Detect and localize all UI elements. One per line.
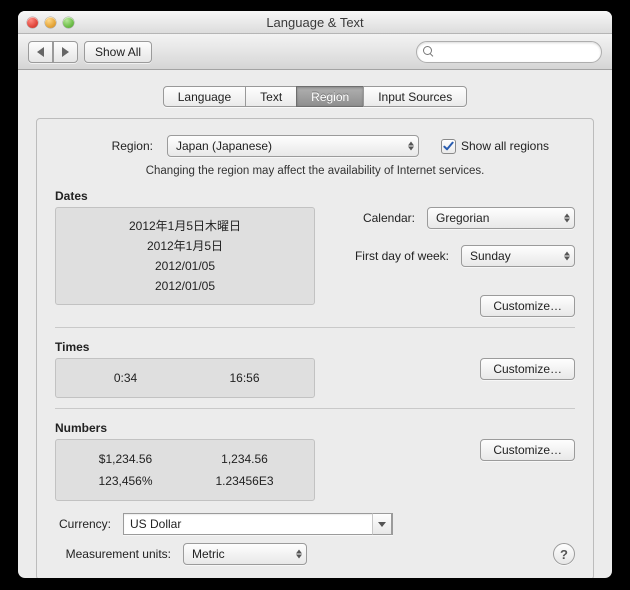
dates-heading: Dates bbox=[55, 189, 575, 203]
calendar-popup[interactable]: Gregorian bbox=[427, 207, 575, 229]
numbers-sample-box: $1,234.56 1,234.56 123,456% 1.23456E3 bbox=[55, 439, 315, 501]
region-note: Changing the region may affect the avail… bbox=[55, 165, 575, 177]
first-day-value: Sunday bbox=[470, 249, 511, 263]
region-label: Region: bbox=[81, 139, 159, 153]
first-day-label: First day of week: bbox=[355, 249, 455, 263]
region-popup[interactable]: Japan (Japanese) bbox=[167, 135, 419, 157]
customize-numbers-button[interactable]: Customize… bbox=[480, 439, 575, 461]
window-title: Language & Text bbox=[18, 15, 612, 30]
window-controls bbox=[18, 17, 74, 28]
first-day-popup[interactable]: Sunday bbox=[461, 245, 575, 267]
nav-back-forward bbox=[28, 41, 78, 63]
dates-sample-box: 2012年1月5日木曜日 2012年1月5日 2012/01/05 2012/0… bbox=[55, 207, 315, 305]
number-sample-scientific: 1.23456E3 bbox=[185, 470, 304, 492]
measurement-label: Measurement units: bbox=[55, 547, 177, 561]
tab-language[interactable]: Language bbox=[163, 86, 246, 107]
help-button[interactable]: ? bbox=[553, 543, 575, 565]
content-area: Language Text Region Input Sources Regio… bbox=[18, 70, 612, 578]
show-all-regions-checkbox[interactable]: Show all regions bbox=[441, 139, 549, 154]
tab-text[interactable]: Text bbox=[245, 86, 297, 107]
search-icon bbox=[423, 46, 434, 57]
separator bbox=[55, 327, 575, 328]
updown-icon bbox=[564, 214, 570, 223]
customize-times-button[interactable]: Customize… bbox=[480, 358, 575, 380]
back-button[interactable] bbox=[28, 41, 53, 63]
numbers-heading: Numbers bbox=[55, 421, 575, 435]
tab-bar: Language Text Region Input Sources bbox=[36, 86, 594, 107]
forward-button[interactable] bbox=[53, 41, 78, 63]
times-sample-box: 0:34 16:56 bbox=[55, 358, 315, 398]
calendar-value: Gregorian bbox=[436, 211, 489, 225]
measurement-value: Metric bbox=[192, 547, 225, 561]
time-sample-medium: 16:56 bbox=[185, 367, 304, 389]
date-sample-short: 2012/01/05 bbox=[66, 276, 304, 296]
updown-icon bbox=[408, 142, 414, 151]
number-sample-percent: 123,456% bbox=[66, 470, 185, 492]
search-field[interactable] bbox=[416, 41, 602, 63]
number-sample-decimal: 1,234.56 bbox=[185, 448, 304, 470]
titlebar: Language & Text bbox=[18, 11, 612, 34]
date-sample-full: 2012年1月5日木曜日 bbox=[66, 216, 304, 236]
chevron-left-icon bbox=[37, 47, 44, 57]
currency-label: Currency: bbox=[55, 517, 117, 531]
preferences-window: Language & Text Show All Language Text R… bbox=[18, 11, 612, 578]
times-heading: Times bbox=[55, 340, 575, 354]
date-sample-medium: 2012/01/05 bbox=[66, 256, 304, 276]
show-all-button[interactable]: Show All bbox=[84, 41, 152, 63]
customize-dates-button[interactable]: Customize… bbox=[480, 295, 575, 317]
date-sample-long: 2012年1月5日 bbox=[66, 236, 304, 256]
tab-region[interactable]: Region bbox=[296, 86, 364, 107]
show-all-regions-label: Show all regions bbox=[461, 139, 549, 153]
measurement-popup[interactable]: Metric bbox=[183, 543, 307, 565]
updown-icon bbox=[296, 550, 302, 559]
close-window-button[interactable] bbox=[27, 17, 38, 28]
region-value: Japan (Japanese) bbox=[176, 139, 272, 153]
currency-value: US Dollar bbox=[130, 517, 181, 531]
check-icon bbox=[443, 141, 454, 152]
currency-combo[interactable]: US Dollar bbox=[123, 513, 393, 535]
zoom-window-button[interactable] bbox=[63, 17, 74, 28]
number-sample-currency: $1,234.56 bbox=[66, 448, 185, 470]
updown-icon bbox=[564, 252, 570, 261]
chevron-right-icon bbox=[62, 47, 69, 57]
separator bbox=[55, 408, 575, 409]
dropdown-button[interactable] bbox=[372, 513, 392, 535]
toolbar: Show All bbox=[18, 34, 612, 70]
search-input[interactable] bbox=[438, 44, 595, 60]
region-panel: Region: Japan (Japanese) Show all region… bbox=[36, 118, 594, 578]
chevron-down-icon bbox=[378, 522, 386, 527]
tab-input-sources[interactable]: Input Sources bbox=[363, 86, 467, 107]
calendar-label: Calendar: bbox=[363, 211, 421, 225]
checkbox-box bbox=[441, 139, 456, 154]
time-sample-short: 0:34 bbox=[66, 367, 185, 389]
minimize-window-button[interactable] bbox=[45, 17, 56, 28]
